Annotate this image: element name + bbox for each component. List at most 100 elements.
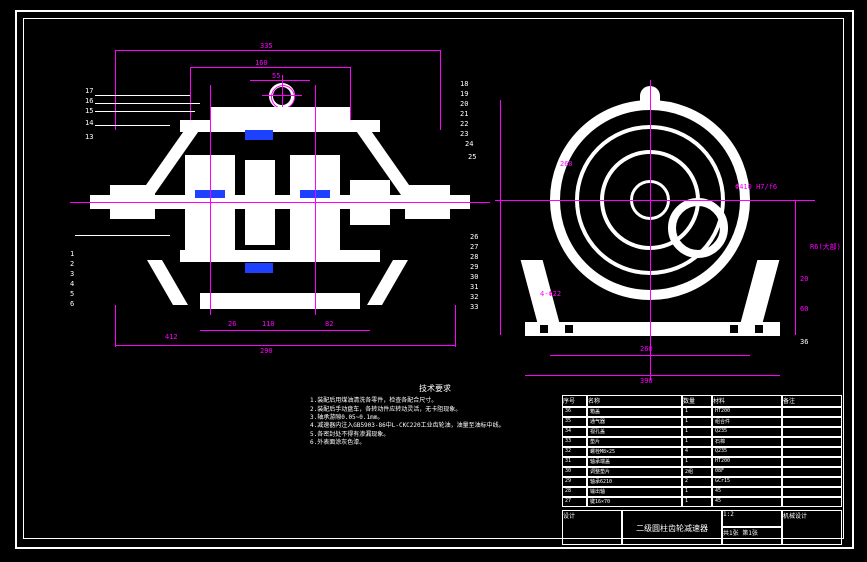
bom-cell: HT200 [712,457,782,467]
balloon: 30 [470,273,478,281]
balloon: 13 [85,133,93,141]
balloon: 29 [470,263,478,271]
title-sheet: 共1张 第1张 [722,527,782,545]
dim-line [795,200,796,335]
drain-plug [245,263,273,273]
dim-line [115,345,455,346]
bom-header: 备注 [782,395,842,407]
bom-cell: 1 [682,487,712,497]
centerline-h [70,202,490,203]
dim-text: 60 [800,305,808,313]
dim-text: 412 [165,333,178,341]
bom-cell: 29 [562,477,587,487]
bom-cell: 32 [562,447,587,457]
bom-cell: 30 [562,467,587,477]
bom-cell: Q235 [712,447,782,457]
dim-text: 20 [800,275,808,283]
leader [95,95,190,96]
bom-cell: 箱盖 [587,407,682,417]
lifting-eye-center [271,85,295,109]
balloon: 26 [470,233,478,241]
bom-header: 材料 [712,395,782,407]
balloon: 23 [460,130,468,138]
balloon: 3 [70,270,74,278]
dim-text: 260 [560,160,573,168]
bom-cell: 33 [562,437,587,447]
bom-cell [782,457,842,467]
note-line: 1.装配后用煤油清洗各零件，检查各配合尺寸。 [310,397,560,405]
bom-cell: 轴承端盖 [587,457,682,467]
base-bar [525,322,780,336]
balloon: 31 [470,283,478,291]
bom-cell: 36 [562,407,587,417]
dim-ext [440,50,441,130]
bom-cell: 1 [682,427,712,437]
bom-cell: HT200 [712,407,782,417]
dim-text: 82 [325,320,333,328]
title-block: 序号 名称 数量 材料 备注 36箱盖1HT20035通气器1组合件34视孔盖1… [562,395,842,545]
leg-right [739,260,780,330]
centerline-v [650,80,651,380]
bom-cell [782,447,842,457]
bom-header: 序号 [562,395,587,407]
bom-cell: 垫片 [587,437,682,447]
balloon: 19 [460,90,468,98]
right-view: 390 260 4-Φ22 60 20 260 Φ410 H7/f6 R6(大部… [510,80,810,360]
base-plate [200,293,360,309]
dim-ext [115,305,116,347]
leader [95,111,195,112]
dim-ext [115,50,116,130]
balloon: 14 [85,119,93,127]
centerline-v1 [210,85,211,315]
bom-cell [782,437,842,447]
centerline-h [495,200,815,201]
leader [95,125,170,126]
bom-cell: 45 [712,487,782,497]
bom-header: 数量 [682,395,712,407]
bom-header: 名称 [587,395,682,407]
dim-line [500,100,501,335]
centerline-v2 [315,85,316,315]
balloon: 21 [460,110,468,118]
balloon: 16 [85,97,93,105]
balloon: 32 [470,293,478,301]
dim-text: 4-Φ22 [540,290,561,298]
bom-cell: 27 [562,497,587,507]
leader [75,235,170,236]
leader [95,103,200,104]
balloon: 5 [70,290,74,298]
bolt-hole [565,325,573,333]
dim-text: 160 [255,59,268,67]
bom-cell: 螺栓M8×25 [587,447,682,457]
bom-cell: Q235 [712,427,782,437]
bom-cell: 通气器 [587,417,682,427]
note-line: 2.装配后手动盘车，各转动件应转动灵活，无卡阻现象。 [310,406,560,414]
dim-text: 55 [272,72,280,80]
bom-cell: 2组 [682,467,712,477]
balloon: 22 [460,120,468,128]
balloon: 17 [85,87,93,95]
oil-sight [245,130,273,140]
technical-notes: 技术要求 1.装配后用煤油清洗各零件，检查各配合尺寸。 2.装配后手动盘车，各转… [310,383,560,448]
bom-cell [782,467,842,477]
balloon: 2 [70,260,74,268]
rib-bl [147,260,188,305]
bom-cell: 08F [712,467,782,477]
bom-cell: 调整垫片 [587,467,682,477]
bom-cell: 输出轴 [587,487,682,497]
title-scale: 1:2 [722,510,782,527]
bom-cell: 1 [682,417,712,427]
bolt-hole [730,325,738,333]
dim-line [525,375,780,376]
shaft-boss [668,198,728,258]
dim-ext [350,67,351,122]
balloon: 33 [470,303,478,311]
bom-cell [782,427,842,437]
bom-cell [782,417,842,427]
note-line: 6.外表面涂灰色漆。 [310,439,560,447]
dim-text: 335 [260,42,273,50]
bom-cell: 35 [562,417,587,427]
balloon: 27 [470,243,478,251]
bom-cell: 2 [682,477,712,487]
bom-cell: 31 [562,457,587,467]
